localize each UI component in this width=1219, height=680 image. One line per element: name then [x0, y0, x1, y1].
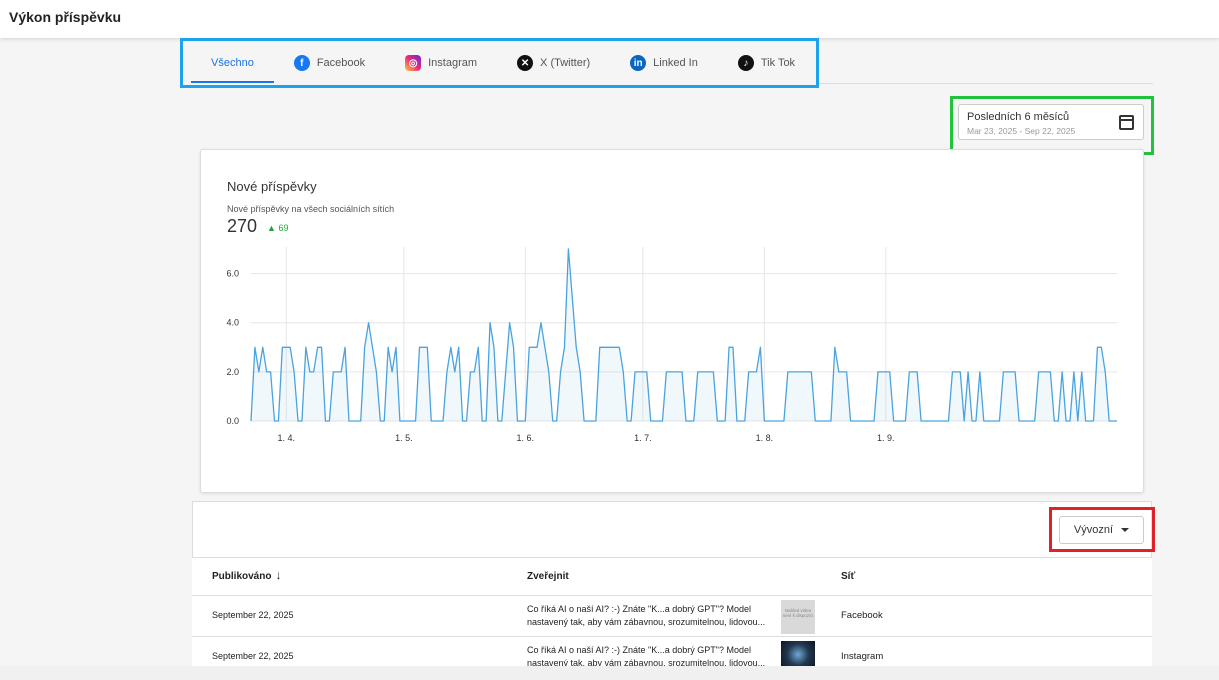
- row-network: Facebook: [841, 610, 883, 621]
- tab-x[interactable]: ✕ X (Twitter): [497, 41, 610, 85]
- export-button[interactable]: Vývozní: [1059, 516, 1144, 544]
- post-thumbnail[interactable]: Nahled videa není k dispozici: [781, 600, 815, 634]
- x-tick-label: 1. 6.: [517, 433, 535, 443]
- tab-label: Tik Tok: [760, 57, 796, 69]
- date-range-label: Posledních 6 měsíců: [967, 111, 1070, 123]
- header-published-label: Publikováno: [212, 571, 272, 582]
- sort-down-icon[interactable]: ↓: [275, 569, 281, 581]
- y-tick-label: 4.0: [226, 318, 239, 328]
- x-tick-label: 1. 5.: [395, 433, 413, 443]
- caret-down-icon: [1121, 528, 1130, 532]
- tab-label: X (Twitter): [540, 57, 591, 69]
- tab-facebook[interactable]: f Facebook: [274, 41, 385, 85]
- date-range-picker[interactable]: Posledních 6 měsíců Mar 23, 2025 - Sep 2…: [958, 104, 1144, 140]
- new-posts-card: Nové příspěvky Nové příspěvky na všech s…: [200, 149, 1144, 493]
- instagram-icon: ◎: [405, 55, 422, 71]
- x-tick-label: 1. 8.: [756, 433, 774, 443]
- tab-label: Facebook: [316, 57, 366, 69]
- table-header: Publikováno ↓ Zveřejnit Síť: [192, 557, 1152, 596]
- tiktok-icon: ♪: [737, 55, 754, 71]
- row-post: Co říká AI o naší AI? :-) Znáte "K...a d…: [527, 604, 766, 627]
- x-tick-label: 1. 9.: [877, 433, 895, 443]
- top-bar: Výkon příspěvku: [0, 0, 1219, 38]
- row-date: September 22, 2025: [212, 610, 294, 620]
- tab-label: Linked In: [653, 57, 698, 69]
- table-row[interactable]: September 22, 2025 Co říká AI o naší AI?…: [192, 596, 1152, 637]
- header-network: Síť: [841, 571, 856, 582]
- tab-label: Všechno: [211, 57, 254, 69]
- x-tick-label: 1. 4.: [278, 433, 296, 443]
- posts-chart: 0.0 2.0 4.0 6.0 1. 4. 1. 5. 1. 6. 1. 7. 1. 8. 1. …: [226, 247, 1117, 443]
- linkedin-icon: in: [630, 55, 647, 71]
- footer-bar: [0, 666, 1219, 680]
- series-line: [250, 248, 1117, 422]
- date-range-value: Mar 23, 2025 - Sep 22, 2025: [967, 126, 1076, 136]
- export-label: Vývozní: [1073, 524, 1114, 536]
- tab-label: Instagram: [428, 57, 478, 69]
- x-icon: ✕: [517, 55, 534, 71]
- facebook-icon: f: [293, 55, 310, 71]
- x-tick-label: 1. 7.: [634, 433, 652, 443]
- network-tabs: Všechno f Facebook ◎ Instagram ✕ X (Twit…: [180, 38, 819, 88]
- tab-tiktok[interactable]: ♪ Tik Tok: [718, 41, 815, 85]
- tab-all[interactable]: Všechno: [191, 41, 274, 85]
- row-network: Instagram: [841, 651, 884, 662]
- calendar-icon[interactable]: [1119, 115, 1134, 130]
- tab-linkedin[interactable]: in Linked In: [610, 41, 718, 85]
- header-published[interactable]: Publikováno ↓: [212, 569, 281, 582]
- header-post: Zveřejnit: [527, 571, 569, 582]
- y-tick-label: 6.0: [226, 269, 239, 279]
- y-tick-label: 2.0: [226, 367, 239, 377]
- tab-instagram[interactable]: ◎ Instagram: [385, 41, 497, 85]
- row-date: September 22, 2025: [212, 651, 294, 661]
- tabs-divider: [819, 83, 1153, 84]
- page-title: Výkon příspěvku: [9, 9, 122, 25]
- y-tick-label: 0.0: [226, 416, 239, 426]
